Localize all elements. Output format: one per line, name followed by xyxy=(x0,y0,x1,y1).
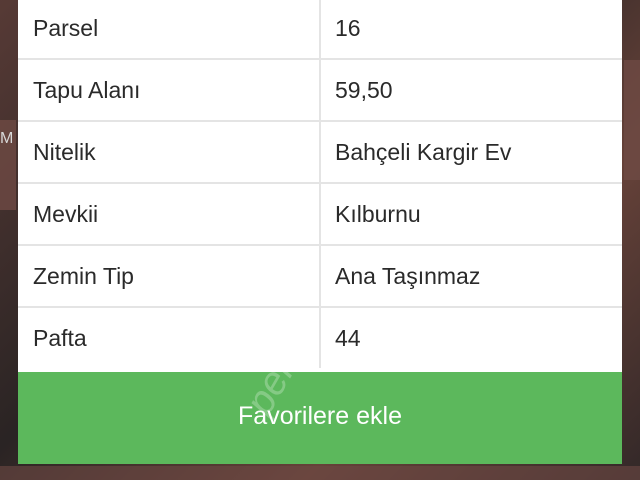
add-to-favorites-button[interactable]: Favorilere ekle xyxy=(18,372,622,464)
row-key: Parsel xyxy=(33,15,99,41)
row-value: 16 xyxy=(335,15,361,41)
table-row: Zemin Tip Ana Taşınmaz xyxy=(18,246,622,308)
row-value: 44 xyxy=(335,325,361,351)
table-row: Parsel 16 xyxy=(18,0,622,60)
table-row: Tapu Alanı 59,50 xyxy=(18,60,622,122)
column-divider xyxy=(319,308,321,368)
row-value: Kılburnu xyxy=(335,201,421,227)
column-divider xyxy=(319,60,321,120)
table-row: Pafta 44 xyxy=(18,308,622,370)
row-key: Tapu Alanı xyxy=(33,77,141,103)
map-label-fragment: M xyxy=(0,130,14,147)
column-divider xyxy=(319,184,321,244)
row-key: Nitelik xyxy=(33,139,96,165)
row-value: Ana Taşınmaz xyxy=(335,263,481,289)
column-divider xyxy=(319,0,321,58)
column-divider xyxy=(319,246,321,306)
row-key: Mevkii xyxy=(33,201,99,227)
row-key: Zemin Tip xyxy=(33,263,134,289)
table-row: Nitelik Bahçeli Kargir Ev xyxy=(18,122,622,184)
parcel-info-panel: Parsel 16 Tapu Alanı 59,50 Nitelik Bahçe… xyxy=(18,0,622,464)
table-row: Mevkii Kılburnu xyxy=(18,184,622,246)
row-value: Bahçeli Kargir Ev xyxy=(335,139,512,165)
column-divider xyxy=(319,122,321,182)
row-value: 59,50 xyxy=(335,77,393,103)
